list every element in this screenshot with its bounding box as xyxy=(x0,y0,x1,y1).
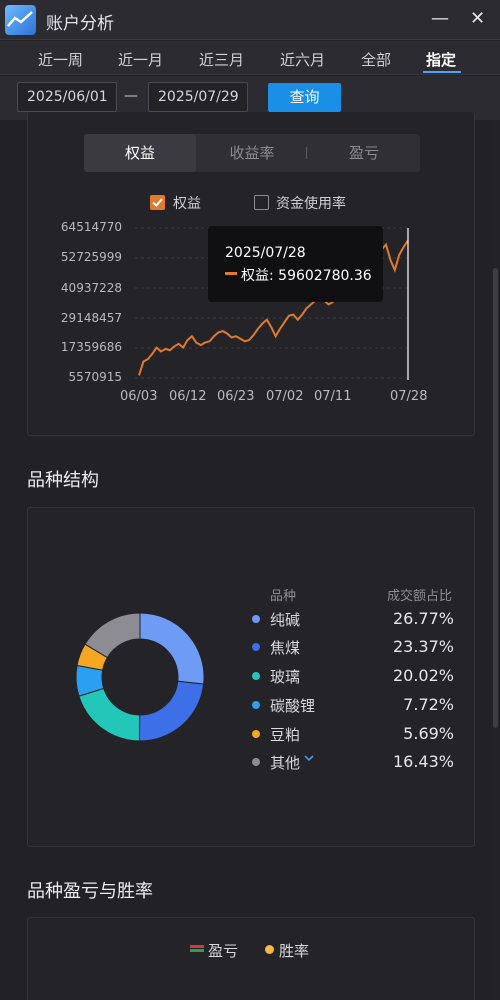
winrate-legend-label: 胜率 xyxy=(279,942,310,960)
legend-item-name: 碳酸锂 xyxy=(270,697,316,715)
pnl-card xyxy=(27,917,475,1000)
legend-item-pct: 5.69% xyxy=(403,724,454,743)
tooltip-series-value: 59602780.36 xyxy=(278,268,372,284)
tooltip-series-name: 权益 xyxy=(241,268,269,284)
legend-dot xyxy=(252,615,260,623)
pnl-legend-swatch xyxy=(190,945,204,952)
legend-dot xyxy=(252,672,260,680)
donut-slice xyxy=(139,612,205,685)
winrate-legend-dot xyxy=(265,945,274,954)
legend-dot xyxy=(252,758,260,766)
chevron-down-icon[interactable] xyxy=(304,752,314,765)
tooltip-date: 2025/07/28 xyxy=(225,245,306,261)
legend-item-name: 焦煤 xyxy=(270,639,301,657)
legend-item-pct: 23.37% xyxy=(392,637,454,656)
section-title-pnl: 品种盈亏与胜率 xyxy=(27,881,153,902)
legend-item-name: 豆粕 xyxy=(270,726,301,744)
legend-item-name: 纯碱 xyxy=(270,611,301,629)
donut-slice xyxy=(138,680,205,742)
structure-donut-chart[interactable] xyxy=(60,597,220,757)
legend-header-share: 成交额占比 xyxy=(387,589,453,604)
legend-item-pct: 20.02% xyxy=(392,666,454,685)
legend-dot xyxy=(252,701,260,709)
chart-tooltip: 2025/07/28 权益: 59602780.36 xyxy=(208,226,383,302)
tooltip-value: 权益: 59602780.36 xyxy=(241,268,372,284)
legend-header-variety: 品种 xyxy=(270,589,297,604)
legend-item-name: 其他 xyxy=(270,754,301,772)
legend-item-name: 玻璃 xyxy=(270,668,301,686)
legend-item-pct: 26.77% xyxy=(392,609,454,628)
legend-dot xyxy=(252,730,260,738)
donut-slice xyxy=(78,687,141,742)
legend-item-pct: 16.43% xyxy=(392,752,454,771)
equity-line-chart[interactable] xyxy=(0,0,500,440)
section-title-structure: 品种结构 xyxy=(27,470,99,491)
tooltip-series-swatch xyxy=(225,272,237,275)
pnl-legend-label: 盈亏 xyxy=(208,942,239,960)
legend-dot xyxy=(252,643,260,651)
legend-item-pct: 7.72% xyxy=(403,695,454,714)
